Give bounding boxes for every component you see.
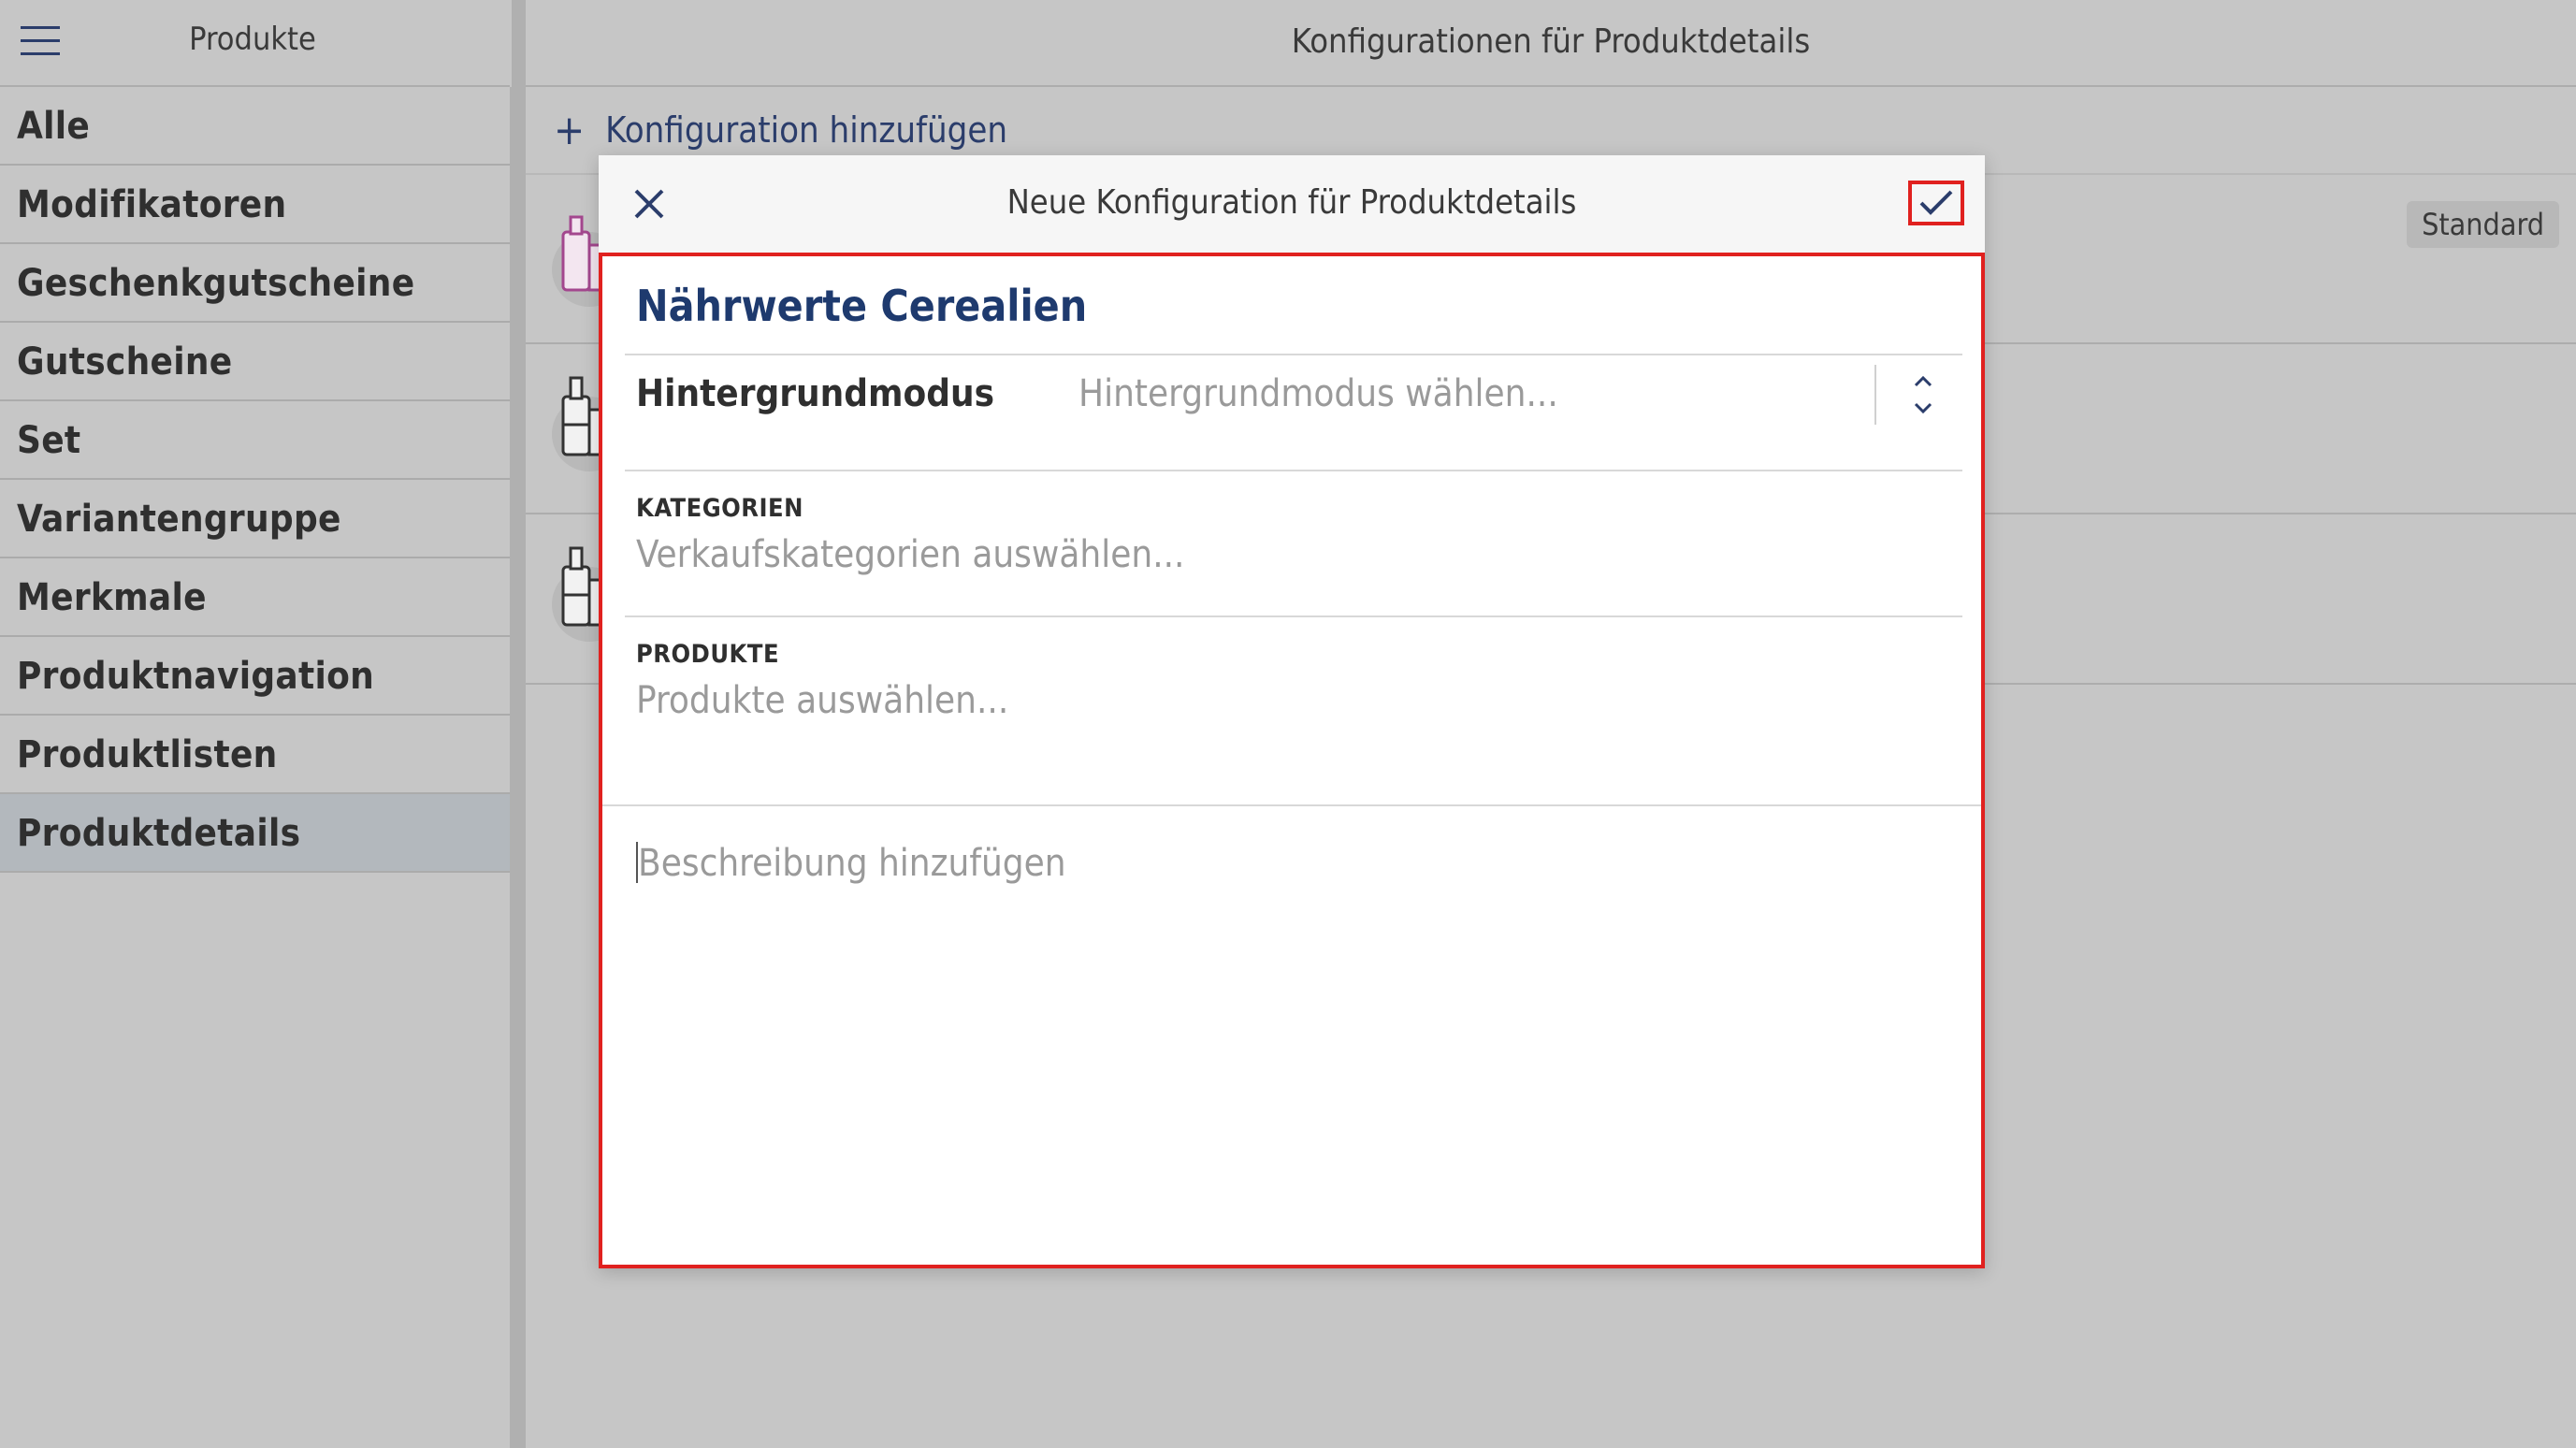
confirm-button[interactable] — [1908, 181, 1964, 225]
checkmark-icon — [1919, 190, 1953, 215]
divider — [625, 615, 1962, 617]
configuration-name-field[interactable]: Nährwerte Cerealien — [636, 281, 1087, 331]
categories-label: KATEGORIEN — [636, 494, 803, 523]
divider — [602, 804, 1981, 806]
sidebar-item-set[interactable]: Set — [0, 401, 510, 480]
sidebar-item-produktlisten[interactable]: Produktlisten — [0, 716, 510, 794]
sidebar-item-produktnavigation[interactable]: Produktnavigation — [0, 637, 510, 716]
plus-icon: + — [554, 106, 586, 154]
background-mode-select[interactable]: Hintergrundmodus wählen... — [1078, 372, 1558, 415]
divider — [625, 470, 1962, 471]
pane-divider[interactable] — [510, 0, 526, 1448]
sidebar-item-produktdetails[interactable]: Produktdetails — [0, 794, 510, 873]
products-label: PRODUKTE — [636, 640, 780, 669]
new-configuration-dialog: Neue Konfiguration für Produktdetails Nä… — [599, 155, 1985, 1268]
divider — [1874, 365, 1876, 425]
chevron-up-down-icon[interactable] — [1904, 369, 1942, 421]
standard-badge: Standard — [2407, 201, 2559, 248]
sidebar-header: Produkte — [0, 0, 510, 87]
page-title: Konfigurationen für Produktdetails — [526, 0, 2576, 87]
sidebar-item-merkmale[interactable]: Merkmale — [0, 558, 510, 637]
dialog-title: Neue Konfiguration für Produktdetails — [1006, 183, 1577, 222]
sidebar-item-variantengruppe[interactable]: Variantengruppe — [0, 480, 510, 558]
products-input[interactable]: Produkte auswählen... — [636, 679, 1008, 722]
sidebar-item-modifikatoren[interactable]: Modifikatoren — [0, 166, 510, 244]
sidebar-item-geschenkgutscheine[interactable]: Geschenkgutscheine — [0, 244, 510, 323]
background-mode-label: Hintergrundmodus — [636, 372, 995, 415]
add-configuration-label: Konfiguration hinzufügen — [605, 109, 1008, 151]
sidebar: Produkte Alle Modifikatoren Geschenkguts… — [0, 0, 510, 1448]
sidebar-item-alle[interactable]: Alle — [0, 87, 510, 166]
description-textarea[interactable]: Beschreibung hinzufügen — [638, 842, 1066, 885]
dialog-form: Nährwerte Cerealien Hintergrundmodus Hin… — [599, 253, 1985, 1268]
dialog-header: Neue Konfiguration für Produktdetails — [599, 155, 1985, 253]
categories-input[interactable]: Verkaufskategorien auswählen... — [636, 533, 1184, 576]
sidebar-title: Produkte — [189, 21, 316, 58]
divider — [625, 354, 1962, 355]
sidebar-item-gutscheine[interactable]: Gutscheine — [0, 323, 510, 401]
